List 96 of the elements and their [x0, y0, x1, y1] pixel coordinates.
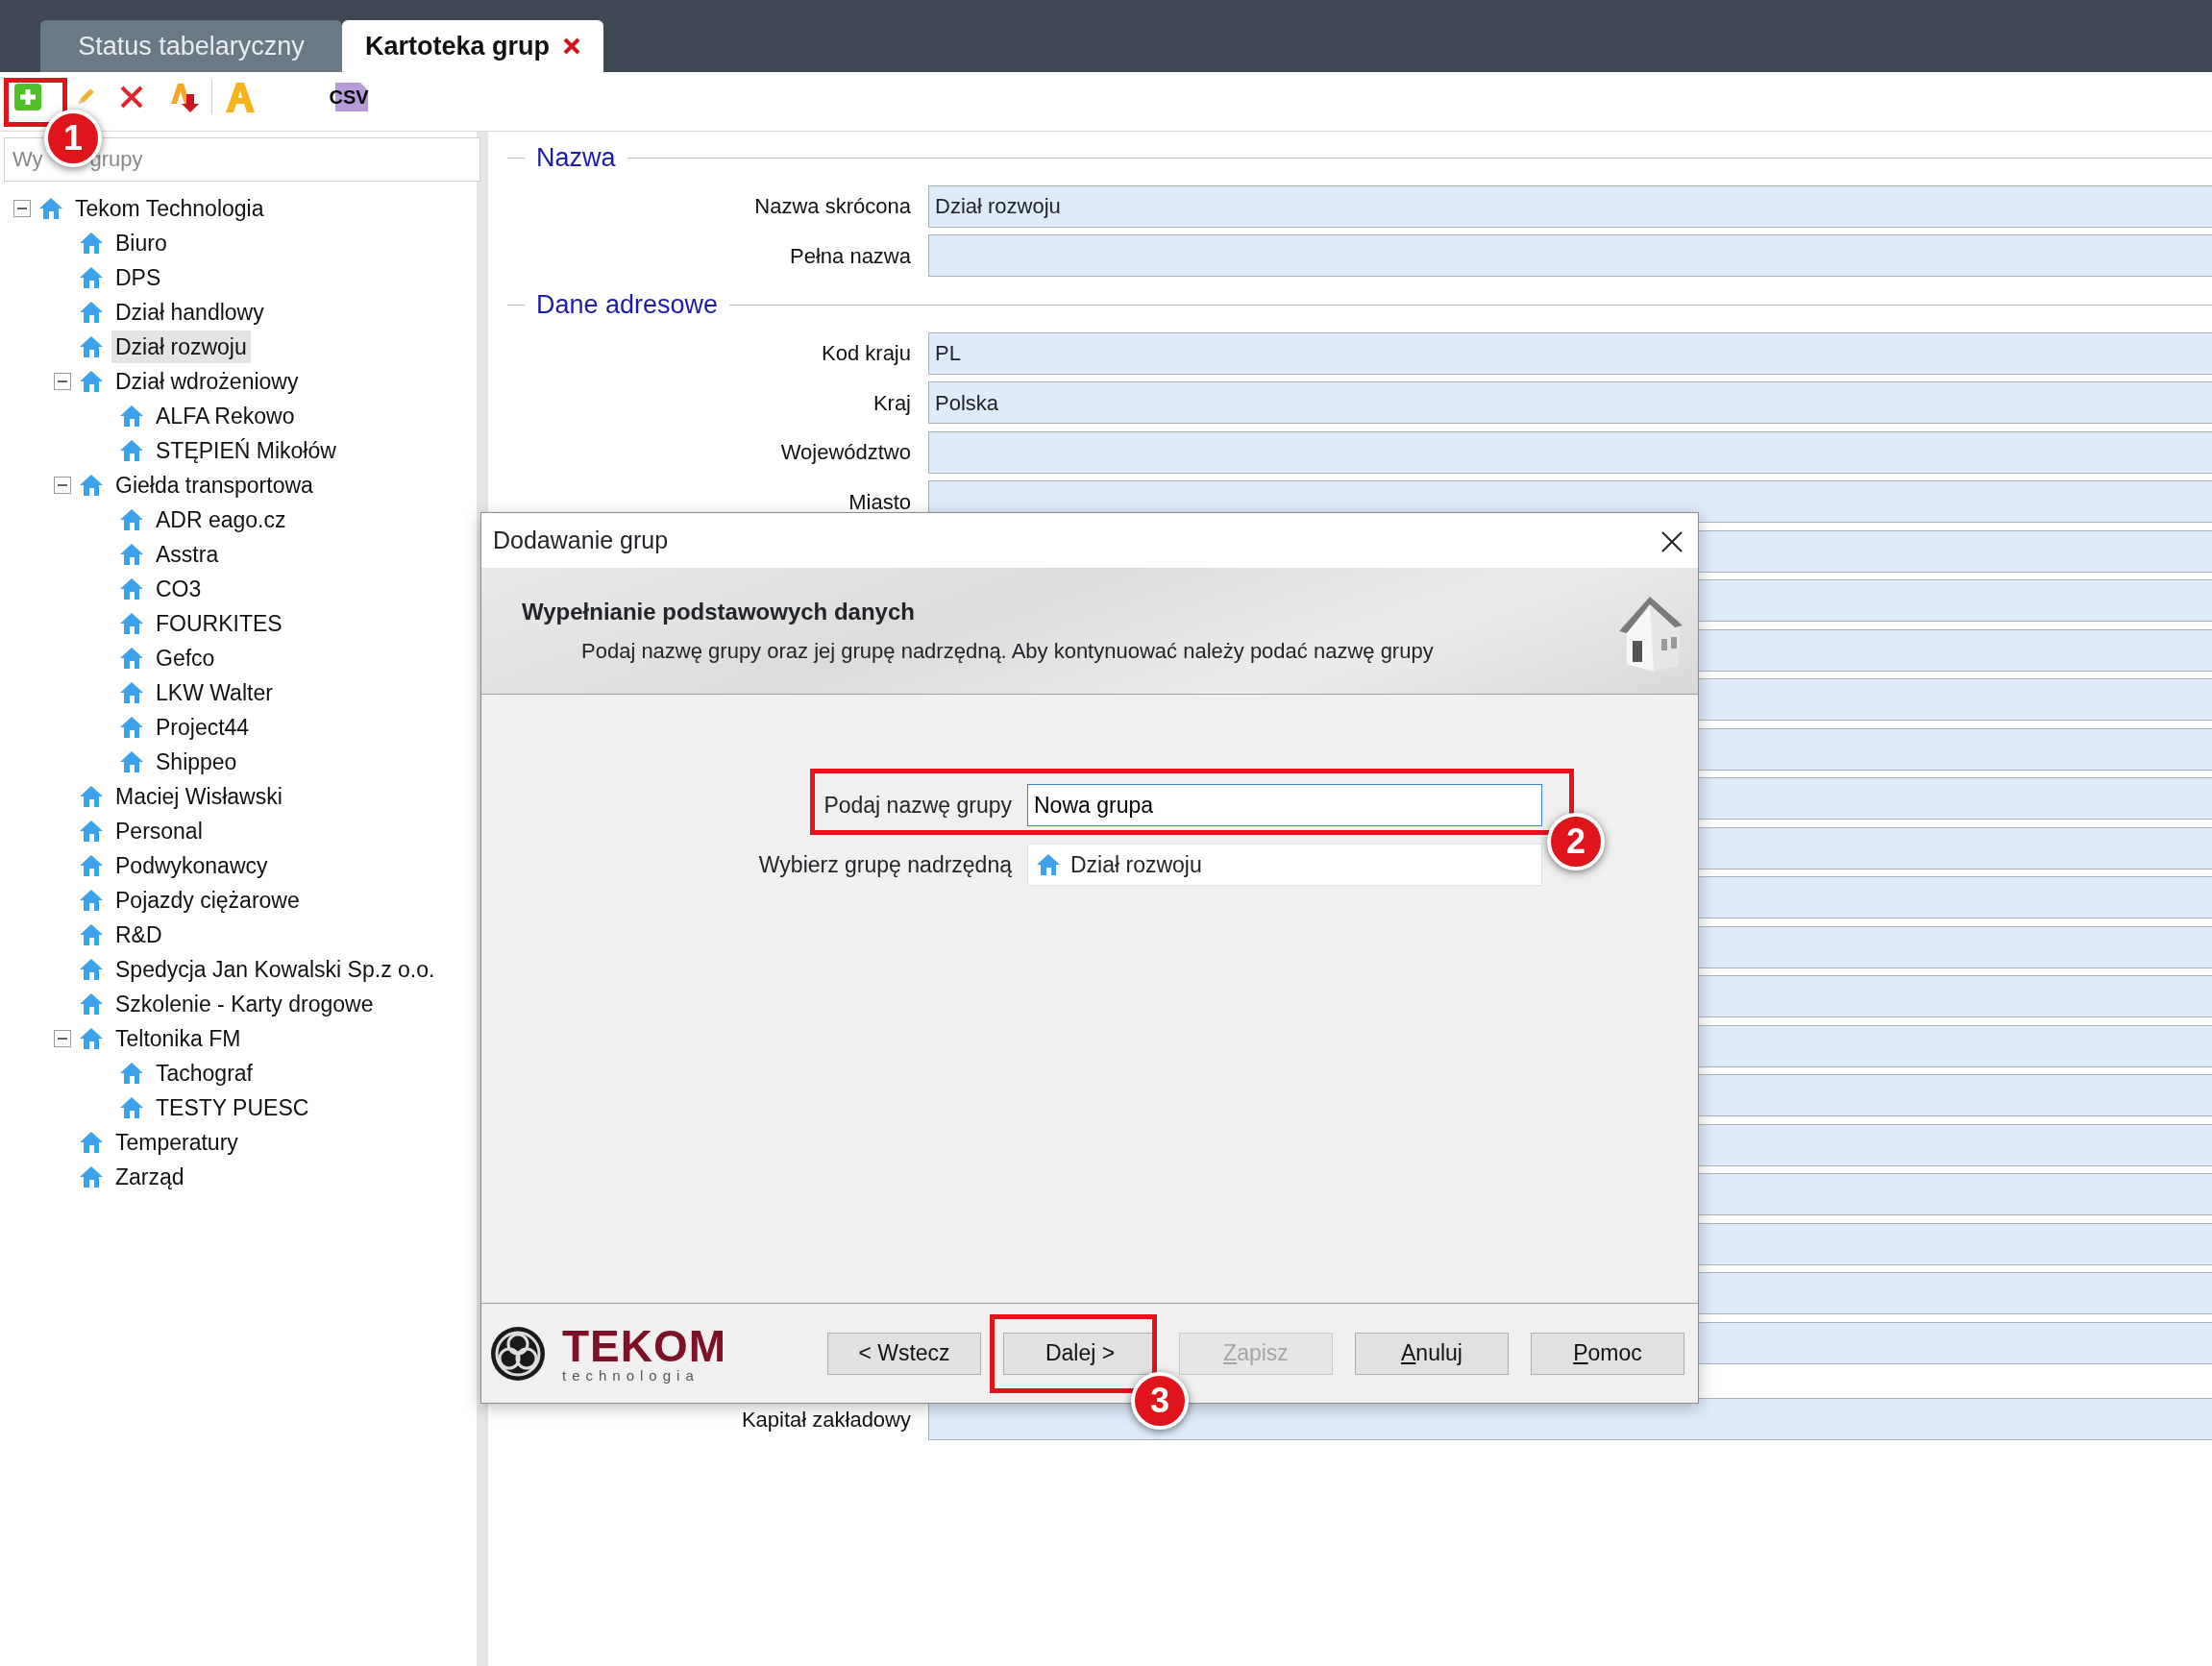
house-icon	[119, 438, 144, 463]
tree-item[interactable]: Gefco	[152, 641, 219, 675]
tree-item[interactable]: Spedycja Jan Kowalski Sp.z o.o.	[111, 952, 439, 987]
field-label: Podaj nazwę grupy	[823, 792, 1012, 818]
collapse-toggle[interactable]	[54, 477, 71, 494]
logo-icon	[489, 1324, 547, 1383]
house-icon	[1036, 852, 1061, 877]
tree-item[interactable]: Biuro	[111, 226, 171, 260]
section-title: Nazwa	[536, 141, 616, 174]
tree-item[interactable]: LKW Walter	[152, 675, 277, 710]
house-icon	[119, 646, 144, 671]
house-icon	[79, 888, 104, 913]
house-icon	[79, 922, 104, 947]
field-label: Kod kraju	[822, 341, 911, 366]
tree-item[interactable]: Szkolenie - Karty drogowe	[111, 987, 378, 1021]
tree-item[interactable]: Zarząd	[111, 1160, 188, 1194]
input-field[interactable]	[928, 430, 2212, 474]
tree-item[interactable]: STĘPIEŃ Mikołów	[152, 433, 340, 468]
house-icon	[79, 473, 104, 498]
collapse-toggle[interactable]	[54, 373, 71, 390]
house-icon	[119, 749, 144, 774]
house-icon	[119, 1095, 144, 1120]
house-icon	[79, 369, 104, 394]
house-icon	[79, 1130, 104, 1155]
tree-item[interactable]: Personal	[111, 814, 207, 848]
input-field[interactable]: Nowa grupa	[1027, 784, 1542, 826]
field-label: Kapitał zakładowy	[741, 1407, 911, 1432]
house-icon	[79, 300, 104, 325]
tree-item[interactable]: Maciej Wisławski	[111, 779, 286, 814]
house-icon	[79, 1164, 104, 1189]
delete-icon[interactable]	[119, 84, 144, 110]
tree-item[interactable]: Temperatury	[111, 1125, 242, 1160]
tree-item[interactable]: Dział handlowy	[111, 295, 268, 330]
field-label: Pełna nazwa	[790, 243, 911, 268]
tree-item[interactable]: TESTY PUESC	[152, 1090, 313, 1125]
house-icon	[79, 853, 104, 878]
house-icon	[119, 611, 144, 636]
field-label: Miasto	[848, 489, 911, 514]
section-title: Dane adresowe	[536, 288, 719, 321]
house-icon	[79, 784, 104, 809]
tree-item[interactable]: ADR eago.cz	[152, 502, 290, 537]
house-icon	[38, 196, 63, 221]
dialog-button[interactable]: Pomoc	[1531, 1332, 1684, 1375]
add-icon[interactable]	[13, 82, 42, 111]
input-field[interactable]: Polska	[928, 381, 2212, 425]
house-icon	[119, 542, 144, 567]
house-icon	[79, 819, 104, 844]
house-icon	[119, 680, 144, 705]
tree-item[interactable]: Dział rozwoju	[111, 330, 251, 364]
field-label: Kraj	[873, 390, 911, 415]
logo-text: TEKOM	[562, 1324, 727, 1368]
csv-button[interactable]: CSV	[324, 77, 374, 116]
field-label: Województwo	[780, 440, 911, 465]
house-icon	[119, 715, 144, 740]
house-icon	[79, 231, 104, 256]
house-icon	[79, 992, 104, 1017]
tree-item[interactable]: Tekom Technologia	[71, 191, 268, 226]
house-icon	[119, 576, 144, 601]
dialog-description: Podaj nazwę grupy oraz jej grupę nadrzędną. Aby kontynuować należy podać nazwę grupy	[581, 638, 1435, 665]
logo-tagline: technologia	[562, 1368, 700, 1383]
tree-item[interactable]: Tachograf	[152, 1056, 257, 1090]
house-icon	[79, 265, 104, 290]
collapse-toggle[interactable]	[13, 200, 31, 217]
dialog-button[interactable]: Anuluj	[1355, 1332, 1509, 1375]
field-label: Nazwa skrócona	[754, 194, 911, 219]
tree-item[interactable]: Dział wdrożeniowy	[111, 364, 303, 399]
tree-item[interactable]: R&D	[111, 918, 166, 952]
tab[interactable]: Kartoteka grup	[342, 20, 604, 72]
house-icon	[79, 1026, 104, 1051]
field-label: Wybierz grupę nadrzędną	[758, 851, 1012, 877]
house-icon	[119, 507, 144, 532]
tree-item[interactable]: FOURKITES	[152, 606, 286, 641]
tab[interactable]: Status tabelaryczny	[40, 20, 342, 72]
tree-item[interactable]: Teltonika FM	[111, 1021, 245, 1056]
house-icon	[119, 404, 144, 429]
input-field[interactable]: PL	[928, 331, 2212, 375]
dropdown[interactable]: Dział rozwoju	[1027, 844, 1542, 886]
tree-item[interactable]: ALFA Rekowo	[152, 399, 299, 433]
house-icon	[79, 957, 104, 982]
dialog-button[interactable]: < Wstecz	[827, 1332, 981, 1375]
input-field[interactable]: Dział rozwoju	[928, 184, 2212, 228]
dialog-heading: Wypełnianie podstawowych danych	[522, 598, 916, 626]
house-icon	[119, 1061, 144, 1086]
tree-item[interactable]: Asstra	[152, 537, 223, 572]
tree-item[interactable]: Shippeo	[152, 745, 241, 779]
tree-item[interactable]: Pojazdy ciężarowe	[111, 883, 304, 918]
tree-item[interactable]: Podwykonawcy	[111, 848, 272, 883]
close-icon	[1661, 531, 1683, 553]
tree-item[interactable]: Giełda transportowa	[111, 468, 317, 502]
input-field[interactable]	[928, 234, 2212, 278]
collapse-toggle[interactable]	[54, 1030, 71, 1047]
tree-item[interactable]: CO3	[152, 572, 206, 606]
tree-item[interactable]: Project44	[152, 710, 254, 745]
dialog-title: Dodawanie grup	[493, 525, 669, 555]
house-icon	[79, 334, 104, 359]
tree-item[interactable]: DPS	[111, 260, 165, 295]
